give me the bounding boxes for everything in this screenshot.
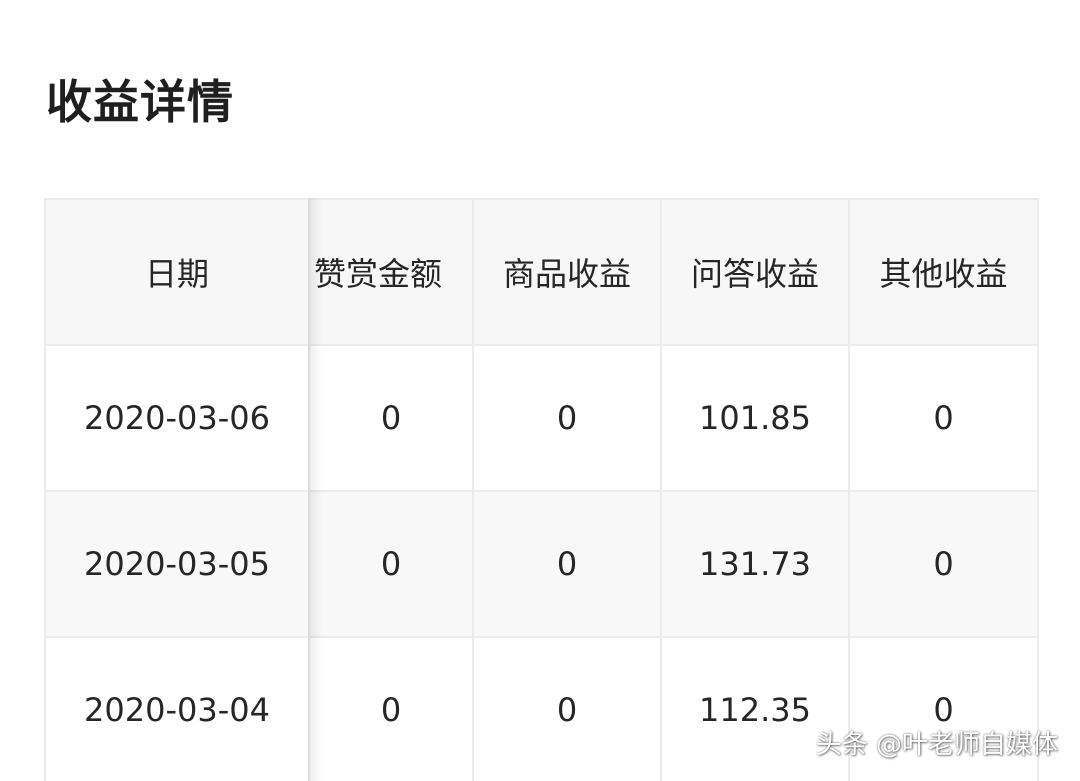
cell-reward-amount: 0 <box>308 344 474 492</box>
cell-qa-income: 131.73 <box>660 490 850 638</box>
header-row: 日期 赞赏金额 商品收益 问答收益 其他收益 <box>44 198 1039 346</box>
cell-date: 2020-03-05 <box>44 490 310 638</box>
income-table-container[interactable]: 日期 赞赏金额 商品收益 问答收益 其他收益 2020-03-06 0 0 10… <box>44 198 1039 781</box>
income-table: 日期 赞赏金额 商品收益 问答收益 其他收益 2020-03-06 0 0 10… <box>44 198 1039 781</box>
cell-goods-income: 0 <box>472 636 662 781</box>
column-header-qa-income: 问答收益 <box>660 198 850 346</box>
cell-goods-income: 0 <box>472 490 662 638</box>
cell-date: 2020-03-06 <box>44 344 310 492</box>
watermark-text: 头条 @叶老师自媒体 <box>815 730 1058 760</box>
page-title: 收益详情 <box>46 75 234 129</box>
table-row: 2020-03-06 0 0 101.85 0 <box>44 344 1039 492</box>
cell-date: 2020-03-04 <box>44 636 310 781</box>
cell-reward-amount: 0 <box>308 490 474 638</box>
income-details-page: 收益详情 日期 赞赏金额 商品收益 问答收益 其他收益 2020-03-06 0… <box>0 0 1080 781</box>
cell-reward-amount: 0 <box>308 636 474 781</box>
cell-qa-income: 101.85 <box>660 344 850 492</box>
table-body: 2020-03-06 0 0 101.85 0 2020-03-05 0 0 1… <box>44 344 1039 781</box>
cell-goods-income: 0 <box>472 344 662 492</box>
column-header-goods-income: 商品收益 <box>472 198 662 346</box>
cell-other-income: 0 <box>848 344 1039 492</box>
table-header: 日期 赞赏金额 商品收益 问答收益 其他收益 <box>44 198 1039 346</box>
column-header-date: 日期 <box>44 198 310 346</box>
cell-other-income: 0 <box>848 490 1039 638</box>
column-header-other-income: 其他收益 <box>848 198 1039 346</box>
column-header-reward-amount: 赞赏金额 <box>308 198 474 346</box>
table-row: 2020-03-05 0 0 131.73 0 <box>44 490 1039 638</box>
